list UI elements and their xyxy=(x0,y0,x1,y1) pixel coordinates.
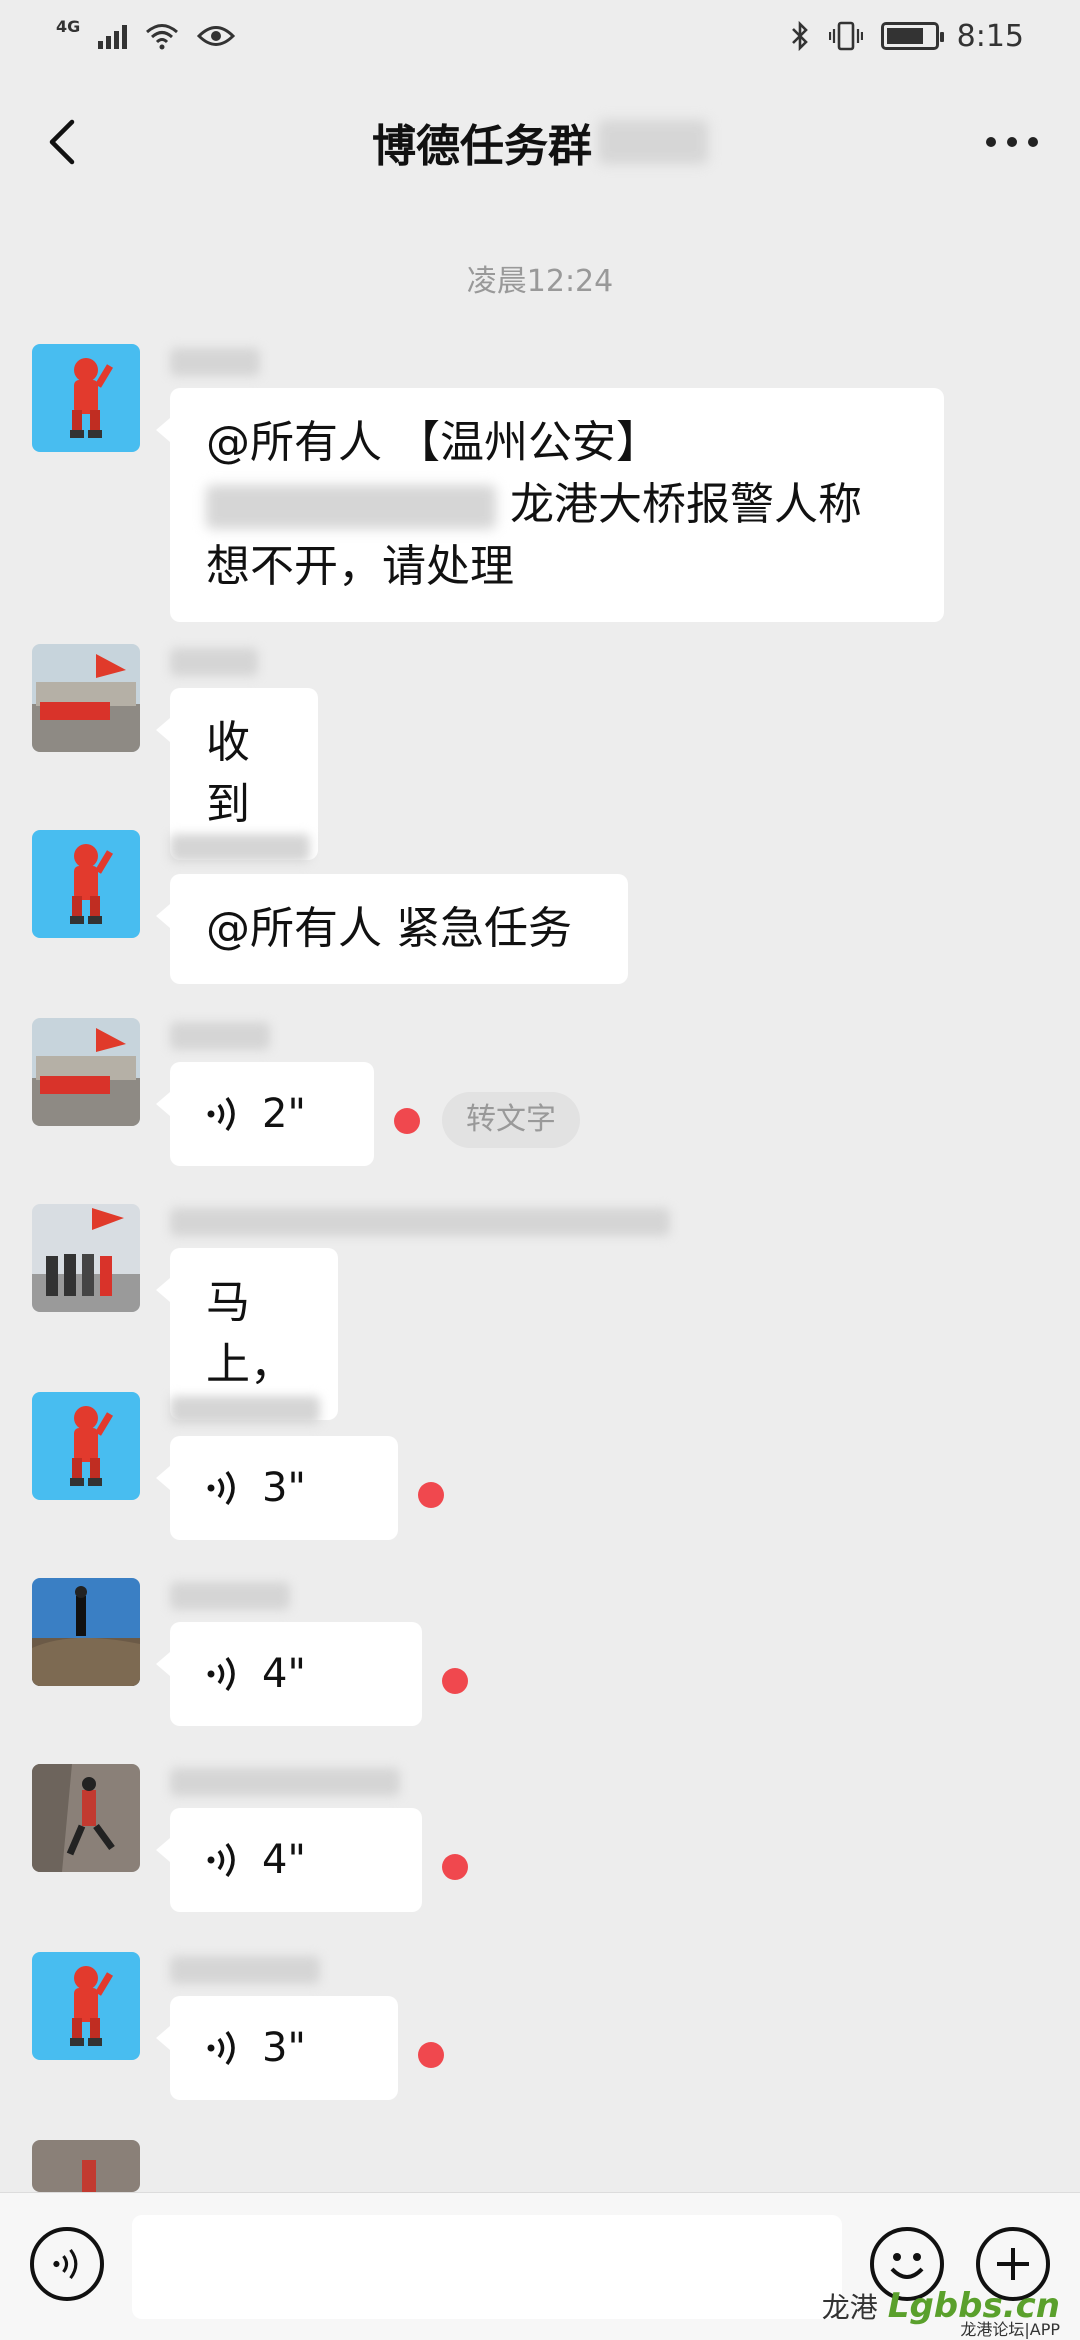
clock: 8:15 xyxy=(956,18,1024,54)
watermark-subtitle: 龙港论坛|APP xyxy=(960,2320,1060,2339)
sender-name-redacted xyxy=(170,348,260,376)
voice-duration: 2" xyxy=(262,1091,306,1137)
message-line: 龙港大桥报警人称 xyxy=(206,474,908,536)
message-bubble[interactable]: @所有人 紧急任务 xyxy=(156,874,628,984)
plus-icon xyxy=(997,2248,1029,2280)
voice-duration: 4" xyxy=(262,1837,306,1883)
unread-dot xyxy=(442,1854,468,1880)
chat-timestamp: 凌晨12:24 xyxy=(466,264,614,299)
voice-message-bubble[interactable]: 4" xyxy=(156,1622,422,1726)
watermark-text: 龙港 xyxy=(821,2291,878,2324)
voice-message-bubble[interactable]: 3" xyxy=(156,1996,398,2100)
status-left: 4G xyxy=(56,17,236,50)
eye-icon xyxy=(197,26,236,46)
message-input[interactable] xyxy=(132,2215,842,2319)
voice-wave-icon xyxy=(53,2248,78,2280)
voice-message-bubble[interactable]: 3" xyxy=(156,1436,398,1540)
battery-icon xyxy=(880,22,944,50)
sender-name-redacted xyxy=(170,1582,290,1610)
unread-dot xyxy=(418,1482,444,1508)
more-dot-icon xyxy=(986,137,996,147)
bluetooth-icon xyxy=(791,20,808,52)
avatar-firefighter[interactable] xyxy=(32,344,140,452)
avatar-firefighter[interactable] xyxy=(32,1952,140,2060)
message-bubble[interactable]: 马上， xyxy=(156,1248,338,1420)
avatar-climber[interactable] xyxy=(32,1578,140,1686)
chat-header: 博德任务群 xyxy=(0,72,1080,212)
avatar-firefighter[interactable] xyxy=(32,1392,140,1500)
redacted-title-suffix xyxy=(598,120,708,164)
status-right: 8:15 xyxy=(789,19,1024,54)
sender-name-redacted xyxy=(170,648,258,676)
unread-dot xyxy=(418,2042,444,2068)
voice-message-bubble[interactable]: 4" xyxy=(156,1808,422,1912)
more-dot-icon xyxy=(1028,137,1038,147)
vibrate-icon xyxy=(828,21,863,51)
voice-wave-icon xyxy=(207,1096,235,1132)
voice-wave-icon xyxy=(207,1470,235,1506)
status-bar: 4G 8:15 xyxy=(0,0,1080,72)
avatar-firefighter[interactable] xyxy=(32,830,140,938)
message-line: 想不开，请处理 xyxy=(206,541,514,592)
voice-wave-icon xyxy=(207,1842,235,1878)
voice-input-button[interactable] xyxy=(30,2227,104,2301)
back-arrow-icon[interactable] xyxy=(36,114,92,170)
avatar-group-photo[interactable] xyxy=(32,1018,140,1126)
wifi-icon xyxy=(146,24,179,50)
more-options-button[interactable] xyxy=(980,112,1044,172)
signal-icon xyxy=(98,23,128,49)
sender-name-redacted xyxy=(170,1208,670,1236)
avatar-rock-climber[interactable] xyxy=(32,1764,140,1872)
avatar-team-photo[interactable] xyxy=(32,1204,140,1312)
convert-to-text-button[interactable]: 转文字 xyxy=(442,1092,580,1148)
sender-name-redacted xyxy=(170,834,310,862)
sender-name-redacted xyxy=(170,1022,270,1050)
more-dot-icon xyxy=(1007,137,1017,147)
unread-dot xyxy=(394,1108,420,1134)
network-type: 4G xyxy=(56,16,81,36)
avatar-group-photo[interactable] xyxy=(32,644,140,752)
unread-dot xyxy=(442,1668,468,1694)
chat-title: 博德任务群 xyxy=(372,121,592,172)
message-bubble[interactable]: @所有人 【温州公安】 龙港大桥报警人称 想不开，请处理 xyxy=(156,388,944,622)
sender-name-redacted xyxy=(170,1956,320,1984)
title-group: 博德任务群 xyxy=(372,110,708,174)
voice-duration: 3" xyxy=(262,2025,306,2071)
voice-duration: 4" xyxy=(262,1651,306,1697)
redacted-text xyxy=(206,485,496,529)
avatar-rock-climber[interactable] xyxy=(32,2140,140,2192)
voice-wave-icon xyxy=(207,1656,235,1692)
sender-name-redacted xyxy=(170,1396,320,1424)
sender-name-redacted xyxy=(170,1768,400,1796)
message-line: @所有人 【温州公安】 xyxy=(206,417,660,468)
voice-wave-icon xyxy=(207,2030,235,2066)
chat-input-bar: 龙港 Lgbbs.cn 龙港论坛|APP xyxy=(0,2192,1080,2340)
voice-message-bubble[interactable]: 2" xyxy=(156,1062,374,1166)
voice-duration: 3" xyxy=(262,1465,306,1511)
